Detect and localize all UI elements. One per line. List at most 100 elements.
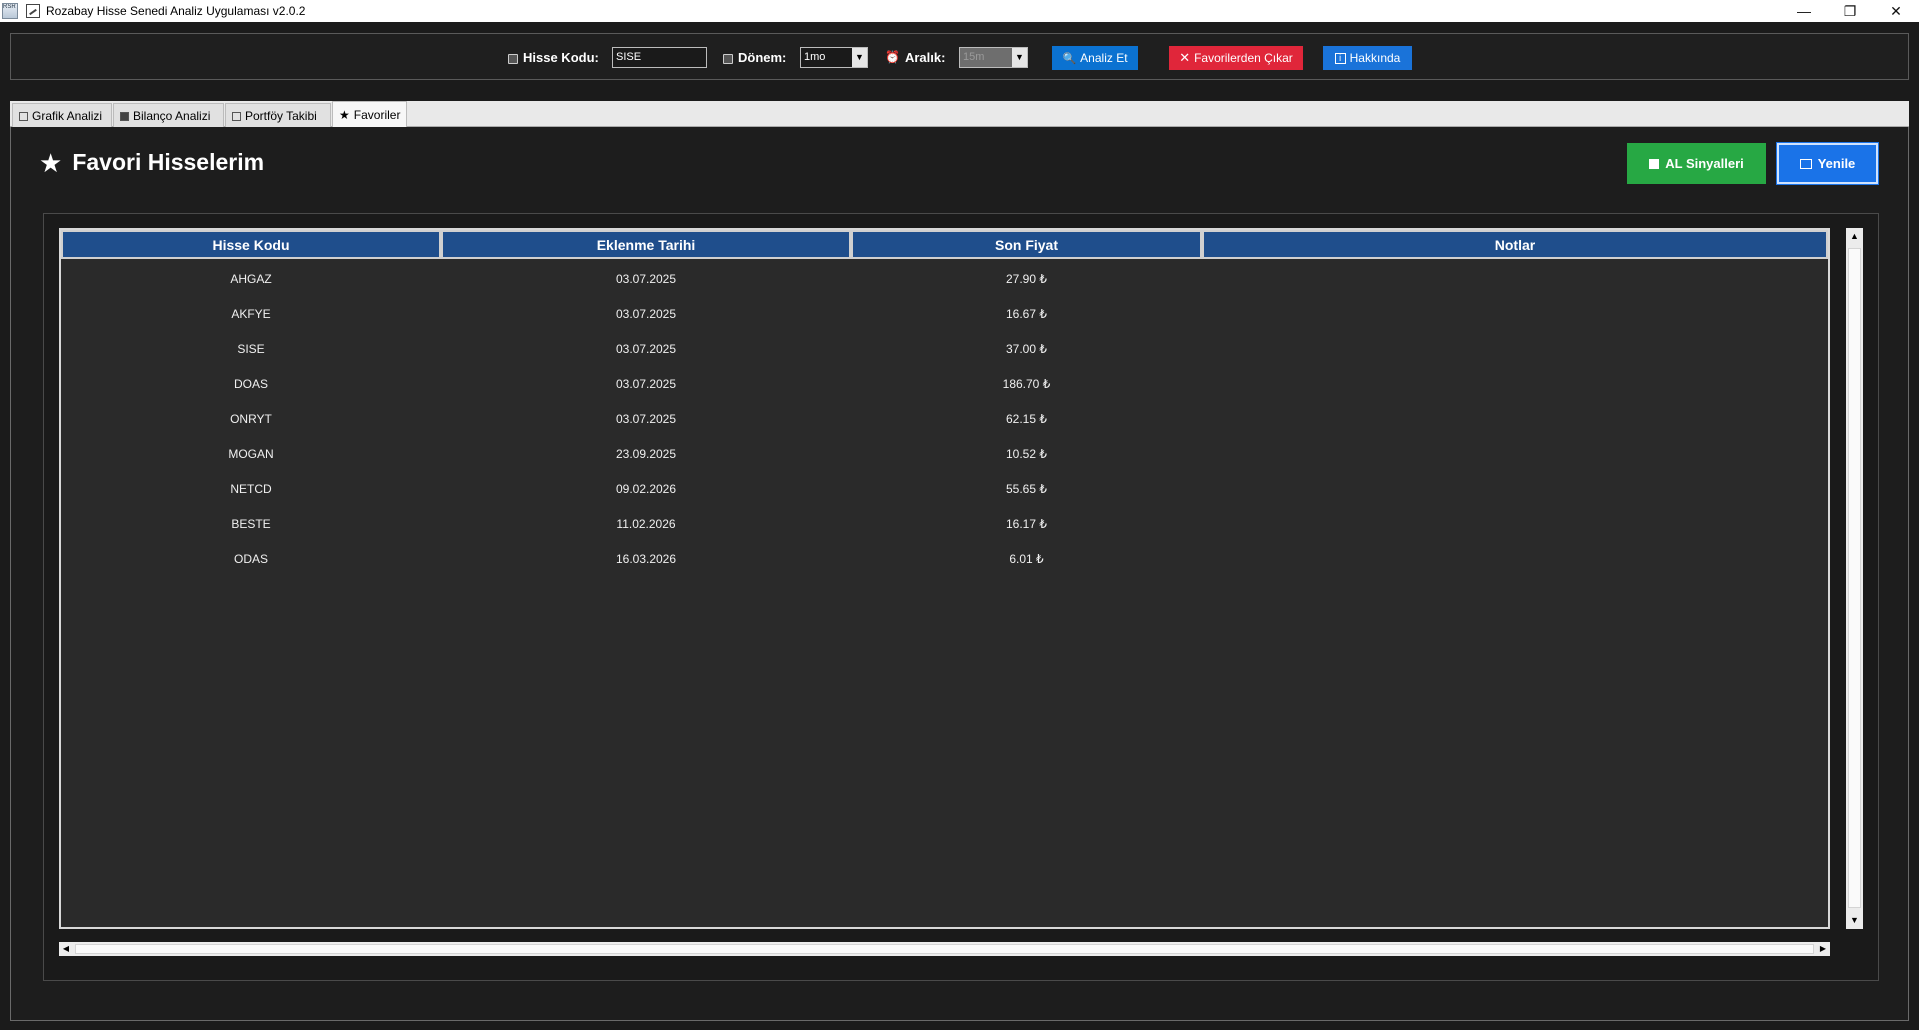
table-row[interactable]: DOAS 03.07.2025 186.70 ₺ bbox=[61, 366, 1828, 401]
tab-label: Portföy Takibi bbox=[245, 108, 317, 123]
star-icon: ★ bbox=[39, 147, 63, 178]
column-header-son-fiyat[interactable]: Son Fiyat bbox=[851, 230, 1202, 259]
cell-son-fiyat: 62.15 ₺ bbox=[1006, 411, 1047, 426]
cell-eklenme-tarihi: 11.02.2026 bbox=[616, 516, 676, 531]
chart-icon bbox=[19, 112, 28, 121]
scroll-thumb[interactable] bbox=[75, 944, 1814, 954]
favoriler-panel: ★ Favori Hisselerim AL Sinyalleri Yenile… bbox=[10, 127, 1909, 1021]
cell-son-fiyat: 55.65 ₺ bbox=[1006, 481, 1047, 496]
tab-bilanco-analizi[interactable]: Bilanço Analizi bbox=[113, 103, 224, 127]
aralik-label-group: ⏰ Aralık: bbox=[885, 46, 945, 68]
al-sinyalleri-button[interactable]: AL Sinyalleri bbox=[1627, 143, 1766, 184]
cell-hisse-kodu: NETCD bbox=[230, 481, 272, 496]
cell-son-fiyat: 27.90 ₺ bbox=[1006, 271, 1047, 286]
aralik-value: 15m bbox=[963, 51, 985, 63]
al-sinyalleri-label: AL Sinyalleri bbox=[1665, 156, 1744, 171]
cell-hisse-kodu: DOAS bbox=[233, 376, 268, 391]
star-icon: ★ bbox=[339, 108, 350, 122]
tab-strip: Grafik Analizi Bilanço Analizi Portföy T… bbox=[10, 101, 1909, 128]
table-header: Hisse Kodu Eklenme Tarihi Son Fiyat Notl… bbox=[61, 230, 1828, 259]
cell-hisse-kodu: ODAS bbox=[233, 551, 268, 566]
column-header-eklenme-tarihi[interactable]: Eklenme Tarihi bbox=[441, 230, 851, 259]
cell-eklenme-tarihi: 09.02.2026 bbox=[615, 481, 677, 496]
page-title: Favori Hisselerim bbox=[72, 149, 265, 175]
column-header-notlar[interactable]: Notlar bbox=[1202, 230, 1828, 259]
refresh-icon bbox=[1799, 158, 1812, 169]
table-row[interactable]: SISE 03.07.2025 37.00 ₺ bbox=[61, 331, 1828, 366]
cell-hisse-kodu: BESTE bbox=[231, 516, 271, 531]
favorites-table[interactable]: Hisse Kodu Eklenme Tarihi Son Fiyat Notl… bbox=[59, 228, 1830, 929]
app-logo-icon: RSR bbox=[2, 3, 18, 19]
tab-portfoy-takibi[interactable]: Portföy Takibi bbox=[225, 103, 331, 127]
cell-eklenme-tarihi: 16.03.2026 bbox=[615, 551, 677, 566]
donem-label-group: Dönem: bbox=[723, 46, 786, 68]
table-row[interactable]: ODAS 16.03.2026 6.01 ₺ bbox=[61, 541, 1828, 576]
cell-eklenme-tarihi: 03.07.2025 bbox=[615, 411, 677, 426]
donem-select[interactable]: 1mo ▼ bbox=[800, 47, 868, 68]
tab-label: Favoriler bbox=[353, 108, 401, 122]
cell-son-fiyat: 37.00 ₺ bbox=[1006, 341, 1047, 356]
yenile-button[interactable]: Yenile bbox=[1776, 142, 1879, 185]
minimize-button[interactable]: — bbox=[1781, 0, 1827, 22]
scroll-up-icon[interactable]: ▲ bbox=[1846, 228, 1863, 245]
window-controls: — ❐ ✕ bbox=[1781, 0, 1919, 22]
cell-son-fiyat: 186.70 ₺ bbox=[1002, 376, 1051, 391]
cell-hisse-kodu: SISE bbox=[237, 341, 265, 356]
hisse-kodu-input[interactable]: SISE bbox=[612, 47, 707, 68]
chevron-down-icon[interactable]: ▼ bbox=[852, 48, 867, 67]
table-row[interactable]: MOGAN 23.09.2025 10.52 ₺ bbox=[61, 436, 1828, 471]
hisse-kodu-label-group: Hisse Kodu: bbox=[508, 46, 599, 68]
close-icon: ✕ bbox=[1179, 50, 1191, 65]
yenile-label: Yenile bbox=[1817, 156, 1856, 171]
cell-eklenme-tarihi: 23.09.2025 bbox=[615, 446, 677, 461]
table-row[interactable]: AKFYE 03.07.2025 16.67 ₺ bbox=[61, 296, 1828, 331]
aralik-select[interactable]: 15m ▼ bbox=[959, 47, 1028, 68]
table-row[interactable]: NETCD 09.02.2026 55.65 ₺ bbox=[61, 471, 1828, 506]
hisse-kodu-label: Hisse Kodu: bbox=[523, 49, 599, 65]
chevron-down-icon[interactable]: ▼ bbox=[1012, 48, 1027, 67]
restore-button[interactable]: ❐ bbox=[1827, 0, 1873, 22]
search-icon: 🔍 bbox=[1062, 52, 1077, 65]
signal-icon bbox=[1649, 158, 1660, 169]
calendar-icon bbox=[723, 54, 733, 64]
cell-eklenme-tarihi: 03.07.2025 bbox=[615, 376, 677, 391]
window-titlebar: RSR Rozabay Hisse Senedi Analiz Uygulama… bbox=[0, 0, 1919, 22]
analiz-et-label: Analiz Et bbox=[1080, 51, 1128, 65]
vertical-scrollbar[interactable]: ▲ ▼ bbox=[1846, 228, 1863, 929]
cell-son-fiyat: 10.52 ₺ bbox=[1006, 446, 1047, 461]
cell-son-fiyat: 16.67 ₺ bbox=[1006, 306, 1047, 321]
briefcase-icon bbox=[232, 112, 241, 121]
analiz-et-button[interactable]: 🔍 Analiz Et bbox=[1052, 46, 1138, 70]
report-icon bbox=[120, 112, 129, 121]
favorites-header: ★ Favori Hisselerim bbox=[39, 149, 264, 176]
cell-son-fiyat: 6.01 ₺ bbox=[1009, 551, 1044, 566]
donem-value: 1mo bbox=[804, 51, 826, 63]
toolbar: Hisse Kodu: SISE Dönem: 1mo ▼ ⏰ Aralık: … bbox=[10, 33, 1909, 80]
cell-hisse-kodu: ONRYT bbox=[230, 411, 272, 426]
alarm-clock-icon: ⏰ bbox=[885, 50, 900, 64]
scroll-thumb[interactable] bbox=[1848, 248, 1861, 908]
table-row[interactable]: BESTE 11.02.2026 16.17 ₺ bbox=[61, 506, 1828, 541]
cell-eklenme-tarihi: 03.07.2025 bbox=[615, 341, 677, 356]
horizontal-scrollbar[interactable]: ◀ ▶ bbox=[59, 942, 1830, 956]
scroll-down-icon[interactable]: ▼ bbox=[1846, 912, 1863, 929]
favorilerden-cikar-button[interactable]: ✕ Favorilerden Çıkar bbox=[1169, 46, 1303, 70]
favorilerden-cikar-label: Favorilerden Çıkar bbox=[1194, 51, 1293, 65]
scroll-right-icon[interactable]: ▶ bbox=[1816, 942, 1830, 956]
tab-label: Grafik Analizi bbox=[32, 108, 103, 123]
cell-hisse-kodu: AKFYE bbox=[231, 306, 271, 321]
favorites-table-frame: Hisse Kodu Eklenme Tarihi Son Fiyat Notl… bbox=[43, 213, 1879, 981]
column-header-hisse-kodu[interactable]: Hisse Kodu bbox=[61, 230, 441, 259]
cell-eklenme-tarihi: 03.07.2025 bbox=[615, 306, 677, 321]
cell-hisse-kodu: AHGAZ bbox=[230, 271, 272, 286]
table-row[interactable]: ONRYT 03.07.2025 62.15 ₺ bbox=[61, 401, 1828, 436]
hakkinda-button[interactable]: i Hakkında bbox=[1323, 46, 1412, 70]
scroll-left-icon[interactable]: ◀ bbox=[59, 942, 73, 956]
tab-favoriler[interactable]: ★ Favoriler bbox=[332, 101, 407, 128]
tab-grafik-analizi[interactable]: Grafik Analizi bbox=[12, 103, 112, 127]
hakkinda-label: Hakkında bbox=[1349, 51, 1401, 65]
stock-icon bbox=[508, 54, 518, 64]
info-icon: i bbox=[1334, 52, 1346, 64]
close-button[interactable]: ✕ bbox=[1873, 0, 1919, 22]
table-row[interactable]: AHGAZ 03.07.2025 27.90 ₺ bbox=[61, 261, 1828, 296]
